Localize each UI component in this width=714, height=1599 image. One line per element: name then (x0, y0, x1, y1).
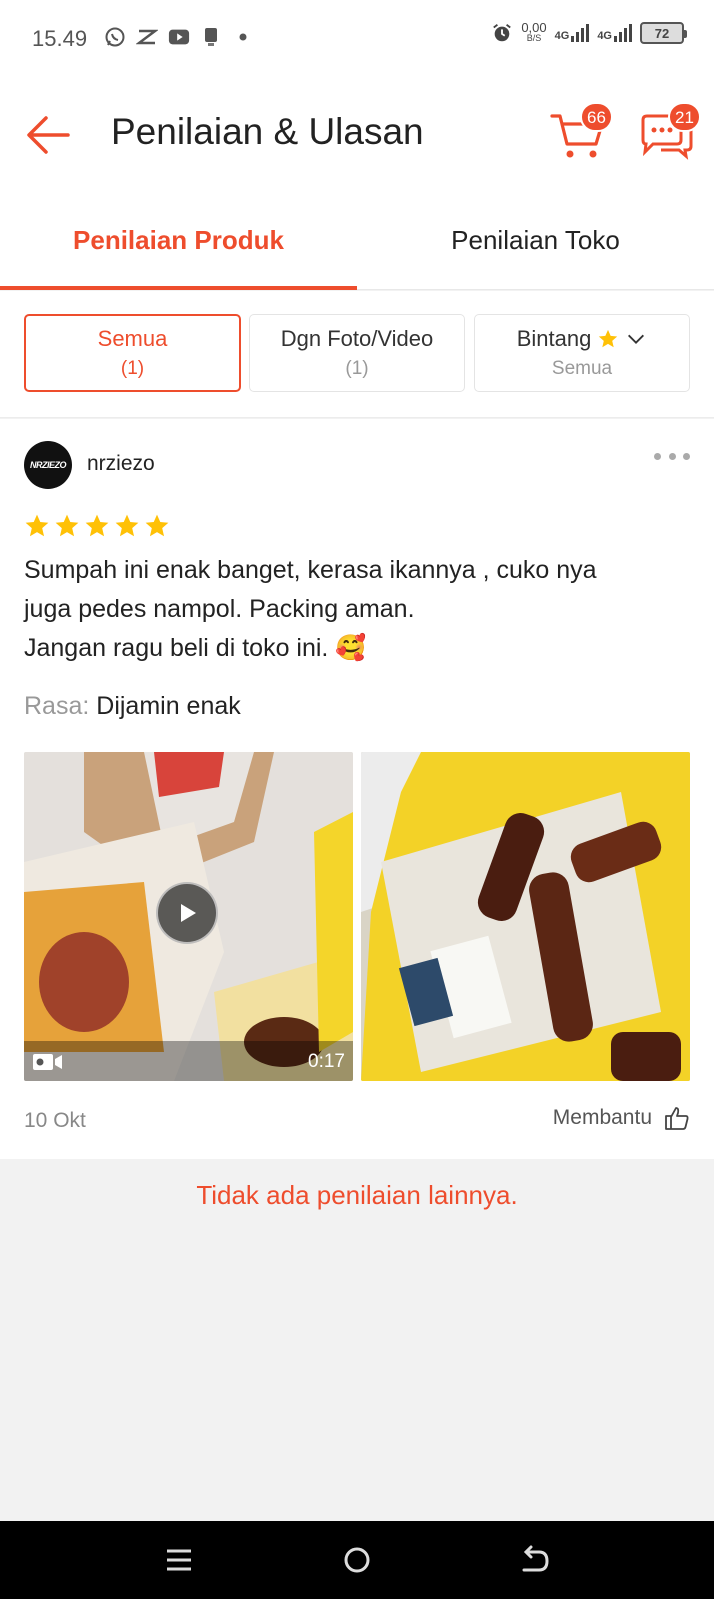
play-icon (181, 904, 196, 922)
notification-icons (104, 26, 254, 48)
filter-label: Dgn Foto/Video (280, 326, 434, 351)
review-date: 10 Okt (24, 1109, 86, 1132)
product-variant: Rasa: Dijamin enak (24, 692, 241, 721)
whatsapp-icon (104, 26, 126, 48)
status-right: 0,00 B/S 4G 4G 72 (491, 20, 687, 44)
star-icon (599, 329, 618, 348)
cart-badge: 66 (580, 102, 613, 132)
signal-2: 4G (597, 24, 632, 42)
star-rating (24, 513, 170, 539)
network-type-1: 4G (554, 30, 570, 42)
page-title: Penilaian & Ulasan (111, 111, 424, 152)
home-icon[interactable] (340, 1543, 374, 1577)
active-tab-indicator (0, 286, 357, 290)
filter-label: Bintang (516, 326, 592, 351)
app-header: Penilaian & Ulasan 66 21 (0, 80, 714, 190)
star-icon (55, 514, 79, 537)
system-navigation-bar (0, 1521, 714, 1599)
menu-icon[interactable] (162, 1543, 196, 1577)
review-card: NRZIEZO nrziezo Sumpah ini enak banget, … (0, 419, 714, 1159)
filter-count: (1) (345, 358, 369, 379)
play-button[interactable] (156, 882, 218, 944)
photo-thumbnail (361, 752, 690, 1081)
video-duration: 0:17 (308, 1051, 345, 1072)
star-icon (145, 514, 169, 537)
reviewer-username: nrziezo (87, 452, 155, 475)
status-bar: 15.49 0,00 B/S 4G 4G 72 (0, 0, 714, 80)
star-icon (85, 514, 109, 537)
chat-badge: 21 (668, 102, 701, 132)
star-icon (115, 514, 139, 537)
signal-bars-2-icon (614, 24, 632, 42)
signal-bars-1-icon (571, 24, 590, 42)
filter-count: (1) (120, 358, 145, 379)
speed-value: 0,00 (521, 20, 547, 35)
back-arrow-icon[interactable] (24, 110, 74, 160)
helpful-label: Membantu (552, 1106, 652, 1129)
capcut-icon (136, 26, 158, 48)
video-camera-icon (33, 1054, 62, 1070)
dot-indicator-icon (232, 26, 254, 48)
tab-shop-rating[interactable]: Penilaian Toko (357, 190, 714, 290)
battery-icon: 72 (640, 22, 687, 44)
tab-product-rating[interactable]: Penilaian Produk (0, 190, 357, 290)
helpful-button[interactable]: Membantu (553, 1105, 690, 1131)
battery-level: 72 (654, 25, 670, 41)
variant-key: Rasa: (24, 692, 90, 720)
filter-count: Semua (551, 358, 613, 379)
rating-tabs: Penilaian Produk Penilaian Toko (0, 190, 714, 290)
chevron-down-icon (628, 334, 645, 344)
review-photo[interactable] (361, 752, 690, 1081)
variant-value: Dijamin enak (96, 692, 241, 720)
avatar[interactable]: NRZIEZO (24, 441, 72, 489)
no-more-reviews-message: Tidak ada penilaian lainnya. (196, 1180, 518, 1210)
network-type-2: 4G (597, 30, 612, 42)
app-notification-icon (200, 26, 222, 48)
filter-star-label-row: Bintang (517, 326, 648, 352)
review-comment: Sumpah ini enak banget, kerasa ikannya ,… (24, 556, 597, 662)
signal-1: 4G (555, 24, 590, 42)
filter-photo-video-button[interactable]: Dgn Foto/Video (1) (249, 314, 465, 392)
filter-label: Semua (97, 326, 168, 351)
network-speed: 0,00 B/S (521, 20, 547, 44)
more-options-icon[interactable] (654, 449, 690, 463)
alarm-icon (491, 22, 513, 44)
youtube-icon (168, 26, 190, 48)
back-icon[interactable] (518, 1543, 552, 1577)
filter-star-dropdown[interactable]: Bintang Semua (474, 314, 690, 392)
status-time: 15.49 (32, 26, 88, 51)
filter-bar: Semua (1) Dgn Foto/Video (1) Bintang Sem… (0, 291, 714, 418)
star-icon (25, 514, 49, 537)
filter-all-button[interactable]: Semua (1) (24, 314, 241, 392)
review-video[interactable]: 0:17 (24, 752, 353, 1081)
avatar-logo-text: NRZIEZO (30, 460, 67, 470)
video-info-bar: 0:17 (24, 1041, 353, 1081)
thumbs-up-icon (665, 1107, 689, 1130)
